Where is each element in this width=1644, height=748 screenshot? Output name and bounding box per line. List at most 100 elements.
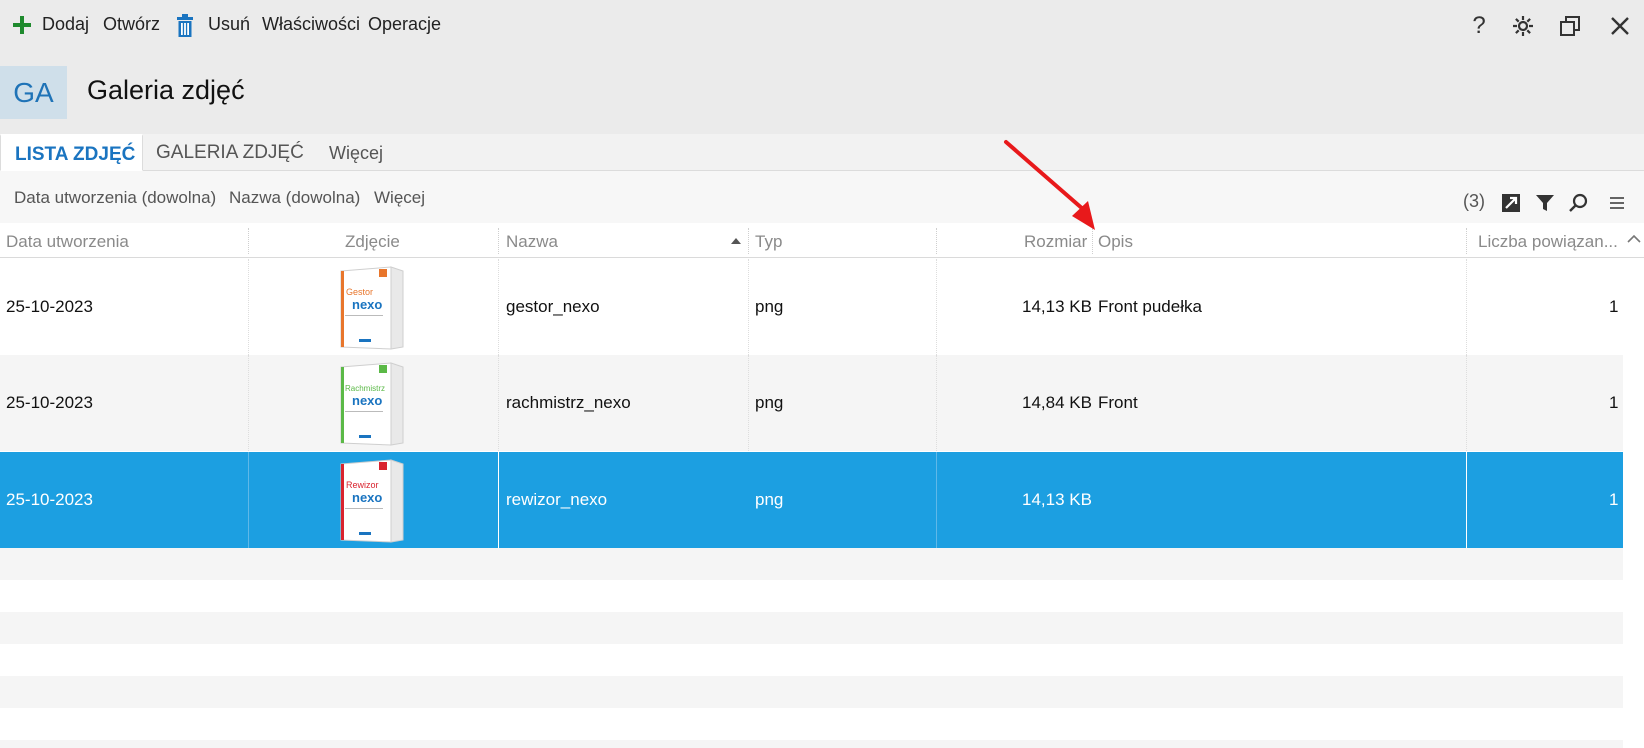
record-count: (3) [1463,191,1485,211]
column-header-row: Data utworzenia Zdjęcie Nazwa Typ Rozmia… [0,224,1644,258]
search-icon [1569,193,1588,212]
cell-type: png [755,393,784,412]
cell-description: Front [1098,393,1138,412]
trash-icon [177,14,193,37]
settings-button[interactable] [1508,11,1538,41]
delete-button[interactable]: Usuń [175,12,251,40]
empty-row [0,580,1623,612]
filter-date[interactable]: Data utworzenia (dowolna) [14,188,216,208]
cell-date: 25-10-2023 [6,490,93,509]
tab-wiecej[interactable]: Więcej [329,134,383,171]
col-header-image[interactable]: Zdjęcie [345,232,400,252]
sort-ascending-icon [731,238,741,244]
properties-button[interactable]: Właściwości [262,14,360,35]
help-button[interactable]: ? [1464,11,1494,41]
thumbnail-rachmistrz[interactable]: Rachmistrz nexo [339,359,405,446]
col-header-type[interactable]: Typ [755,232,782,252]
operations-button[interactable]: Operacje [368,14,441,35]
cell-divider [748,355,749,451]
cell-divider [936,452,937,548]
plus-icon [13,16,31,34]
cell-type: png [755,297,784,316]
close-button[interactable] [1605,11,1635,41]
restore-window-icon [1560,16,1580,36]
cell-name: gestor_nexo [506,297,600,316]
cell-size: 14,13 KB [1022,490,1092,509]
col-divider [936,228,937,254]
hamburger-menu-icon [1610,197,1624,209]
cell-linked-count: 1 [1609,297,1619,316]
box-logo-text: nexo [352,393,382,408]
empty-row [0,548,1623,580]
cell-type: png [755,490,784,509]
cell-linked-count: 1 [1609,393,1619,412]
module-badge: GA [0,66,67,119]
cell-divider [748,259,749,355]
cell-divider [1466,452,1467,548]
thumbnail-gestor[interactable]: Gestor nexo [339,263,405,350]
col-header-date[interactable]: Data utworzenia [6,232,129,252]
cell-divider [498,259,499,355]
box-logo-text: nexo [352,297,382,312]
page-header [0,51,1644,134]
close-icon [1611,17,1629,35]
cell-divider [248,259,249,355]
product-box-image: Rachmistrz nexo [340,362,404,446]
box-brand-text: Rachmistrz [345,384,385,393]
cell-divider [248,355,249,451]
box-logo-text: nexo [352,490,382,505]
add-button[interactable]: Dodaj [10,12,90,40]
box-brand-text: Rewizor [346,480,379,490]
cell-divider [936,259,937,355]
filter-name[interactable]: Nazwa (dowolna) [229,188,360,208]
cell-date: 25-10-2023 [6,297,93,316]
col-divider [248,228,249,254]
gear-icon [1513,16,1533,36]
cell-divider [1466,355,1467,451]
open-button[interactable]: Otwórz [103,14,160,35]
add-label: Dodaj [42,14,90,34]
funnel-icon [1536,195,1554,211]
thumbnail-rewizor[interactable]: Rewizor nexo [339,456,405,543]
cell-size: 14,13 KB [1022,297,1092,316]
cell-divider [1466,259,1467,355]
col-divider [748,228,749,254]
table-row-selected[interactable]: 25-10-2023 Rewizor nexo rewizor_nexo png… [0,452,1623,548]
filter-more[interactable]: Więcej [374,188,425,208]
filter-button[interactable] [1532,190,1558,216]
empty-row [0,644,1623,676]
cell-name: rachmistrz_nexo [506,393,631,412]
table-row[interactable]: 25-10-2023 Rachmistrz nexo rachmistrz_ne… [0,355,1623,451]
col-header-name[interactable]: Nazwa [506,232,558,252]
page-title: Galeria zdjęć [87,75,245,105]
delete-label: Usuń [208,14,251,34]
help-icon: ? [1472,12,1486,39]
table-row[interactable]: 25-10-2023 Gestor nexo gestor_nexo png 1… [0,259,1623,355]
product-box-image: Rewizor nexo [340,459,404,543]
tab-galeria-zdjec[interactable]: GALERIA ZDJĘĆ [156,134,304,171]
cell-divider [498,452,499,548]
empty-row [0,676,1623,708]
cell-date: 25-10-2023 [6,393,93,412]
cell-name: rewizor_nexo [506,490,608,509]
empty-row [0,612,1623,644]
col-header-linked-count[interactable]: Liczba powiązan... [1478,232,1618,252]
export-button[interactable] [1498,190,1524,216]
cell-divider [248,452,249,548]
menu-button[interactable] [1604,190,1630,216]
cell-description: Front pudełka [1098,297,1202,316]
product-box-image: Gestor nexo [340,266,404,350]
annotation-arrow [1004,140,1095,230]
col-divider [498,228,499,254]
empty-row [0,740,1623,748]
box-brand-text: Gestor [346,287,373,297]
cell-divider [936,355,937,451]
search-button[interactable] [1565,190,1591,216]
export-icon [1502,194,1520,212]
cell-linked-count: 1 [1609,490,1619,509]
scroll-up-icon[interactable] [1626,231,1642,247]
col-divider [1466,228,1467,254]
restore-button[interactable] [1555,11,1585,41]
empty-row [0,708,1623,740]
tab-lista-zdjec[interactable]: LISTA ZDJĘĆ [0,134,143,171]
